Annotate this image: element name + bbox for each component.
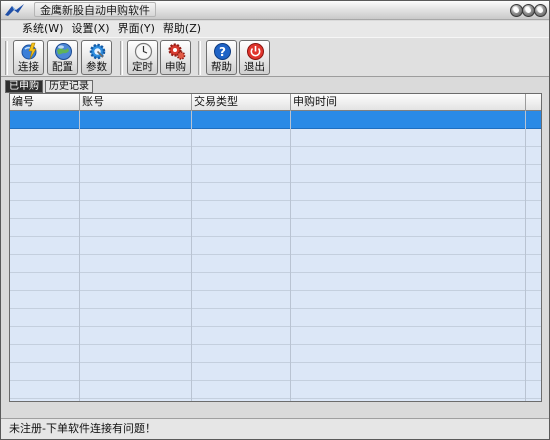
table-row[interactable] [10,291,541,309]
table-row[interactable] [10,255,541,273]
red-gear-icon [168,43,186,60]
table-row-selected[interactable] [10,111,541,129]
exit-button[interactable]: 退出 [239,40,270,75]
records-grid[interactable]: 编号 账号 交易类型 申购时间 [9,93,542,402]
column-header-trade-type[interactable]: 交易类型 [192,94,291,111]
table-row[interactable] [10,201,541,219]
status-bar: 未注册-下单软件连接有问题！ [1,418,549,439]
power-icon [247,43,264,60]
connect-label: 连接 [18,61,39,73]
grid-body [10,111,541,401]
connect-icon [21,42,37,60]
params-label: 参数 [86,61,107,73]
connect-button[interactable]: 连接 [13,40,44,75]
column-divider [290,111,291,401]
window-title: 金鹰新股自动申购软件 [34,2,156,17]
table-row[interactable] [10,327,541,345]
table-row[interactable] [10,237,541,255]
column-header-apply-time[interactable]: 申购时间 [291,94,526,111]
timer-button[interactable]: 定时 [127,40,158,75]
menu-system[interactable]: 系统(W) [19,21,66,37]
toolbar: 连接 配置 参数 定时 申购 ? 帮助 退出 [1,37,549,77]
help-button[interactable]: ? 帮助 [206,40,237,75]
table-row[interactable] [10,183,541,201]
globe-icon [55,43,72,60]
table-row[interactable] [10,219,541,237]
grid-header: 编号 账号 交易类型 申购时间 [10,94,541,111]
toolbar-grip[interactable] [5,41,8,75]
gear-icon [89,43,106,60]
column-divider [525,111,526,401]
timer-label: 定时 [132,61,153,73]
clock-icon [134,42,153,61]
table-row[interactable] [10,345,541,363]
table-row[interactable] [10,381,541,399]
help-label: 帮助 [211,61,232,73]
toolbar-separator [198,41,201,75]
menu-bar: 系统(W) 设置(X) 界面(Y) 帮助(Z) [1,21,549,37]
config-button[interactable]: 配置 [47,40,78,75]
svg-text:?: ? [219,45,226,59]
tab-strip: 已申购 历史记录 [5,80,95,93]
params-button[interactable]: 参数 [81,40,112,75]
main-window: 金鹰新股自动申购软件 系统(W) 设置(X) 界面(Y) 帮助(Z) 连接 配置… [0,0,550,440]
table-row[interactable] [10,165,541,183]
column-header-account[interactable]: 账号 [80,94,192,111]
table-row[interactable] [10,129,541,147]
eagle-app-icon [5,4,24,16]
apply-button[interactable]: 申购 [160,40,191,75]
help-icon: ? [214,43,231,60]
close-icon[interactable] [534,4,547,17]
toolbar-separator [120,41,123,75]
tab-history[interactable]: 历史记录 [45,80,93,93]
table-row[interactable] [10,273,541,291]
tab-applied[interactable]: 已申购 [5,80,43,93]
menu-settings[interactable]: 设置(X) [68,21,112,37]
table-row[interactable] [10,363,541,381]
exit-label: 退出 [244,61,265,73]
menu-help[interactable]: 帮助(Z) [160,21,204,37]
table-row[interactable] [10,147,541,165]
column-divider [79,111,80,401]
status-text: 未注册-下单软件连接有问题！ [9,422,156,435]
menu-interface[interactable]: 界面(Y) [115,21,158,37]
title-bar[interactable]: 金鹰新股自动申购软件 [1,1,549,20]
column-divider [191,111,192,401]
column-header-id[interactable]: 编号 [10,94,80,111]
config-label: 配置 [52,61,73,73]
table-row[interactable] [10,309,541,327]
apply-label: 申购 [165,61,186,73]
